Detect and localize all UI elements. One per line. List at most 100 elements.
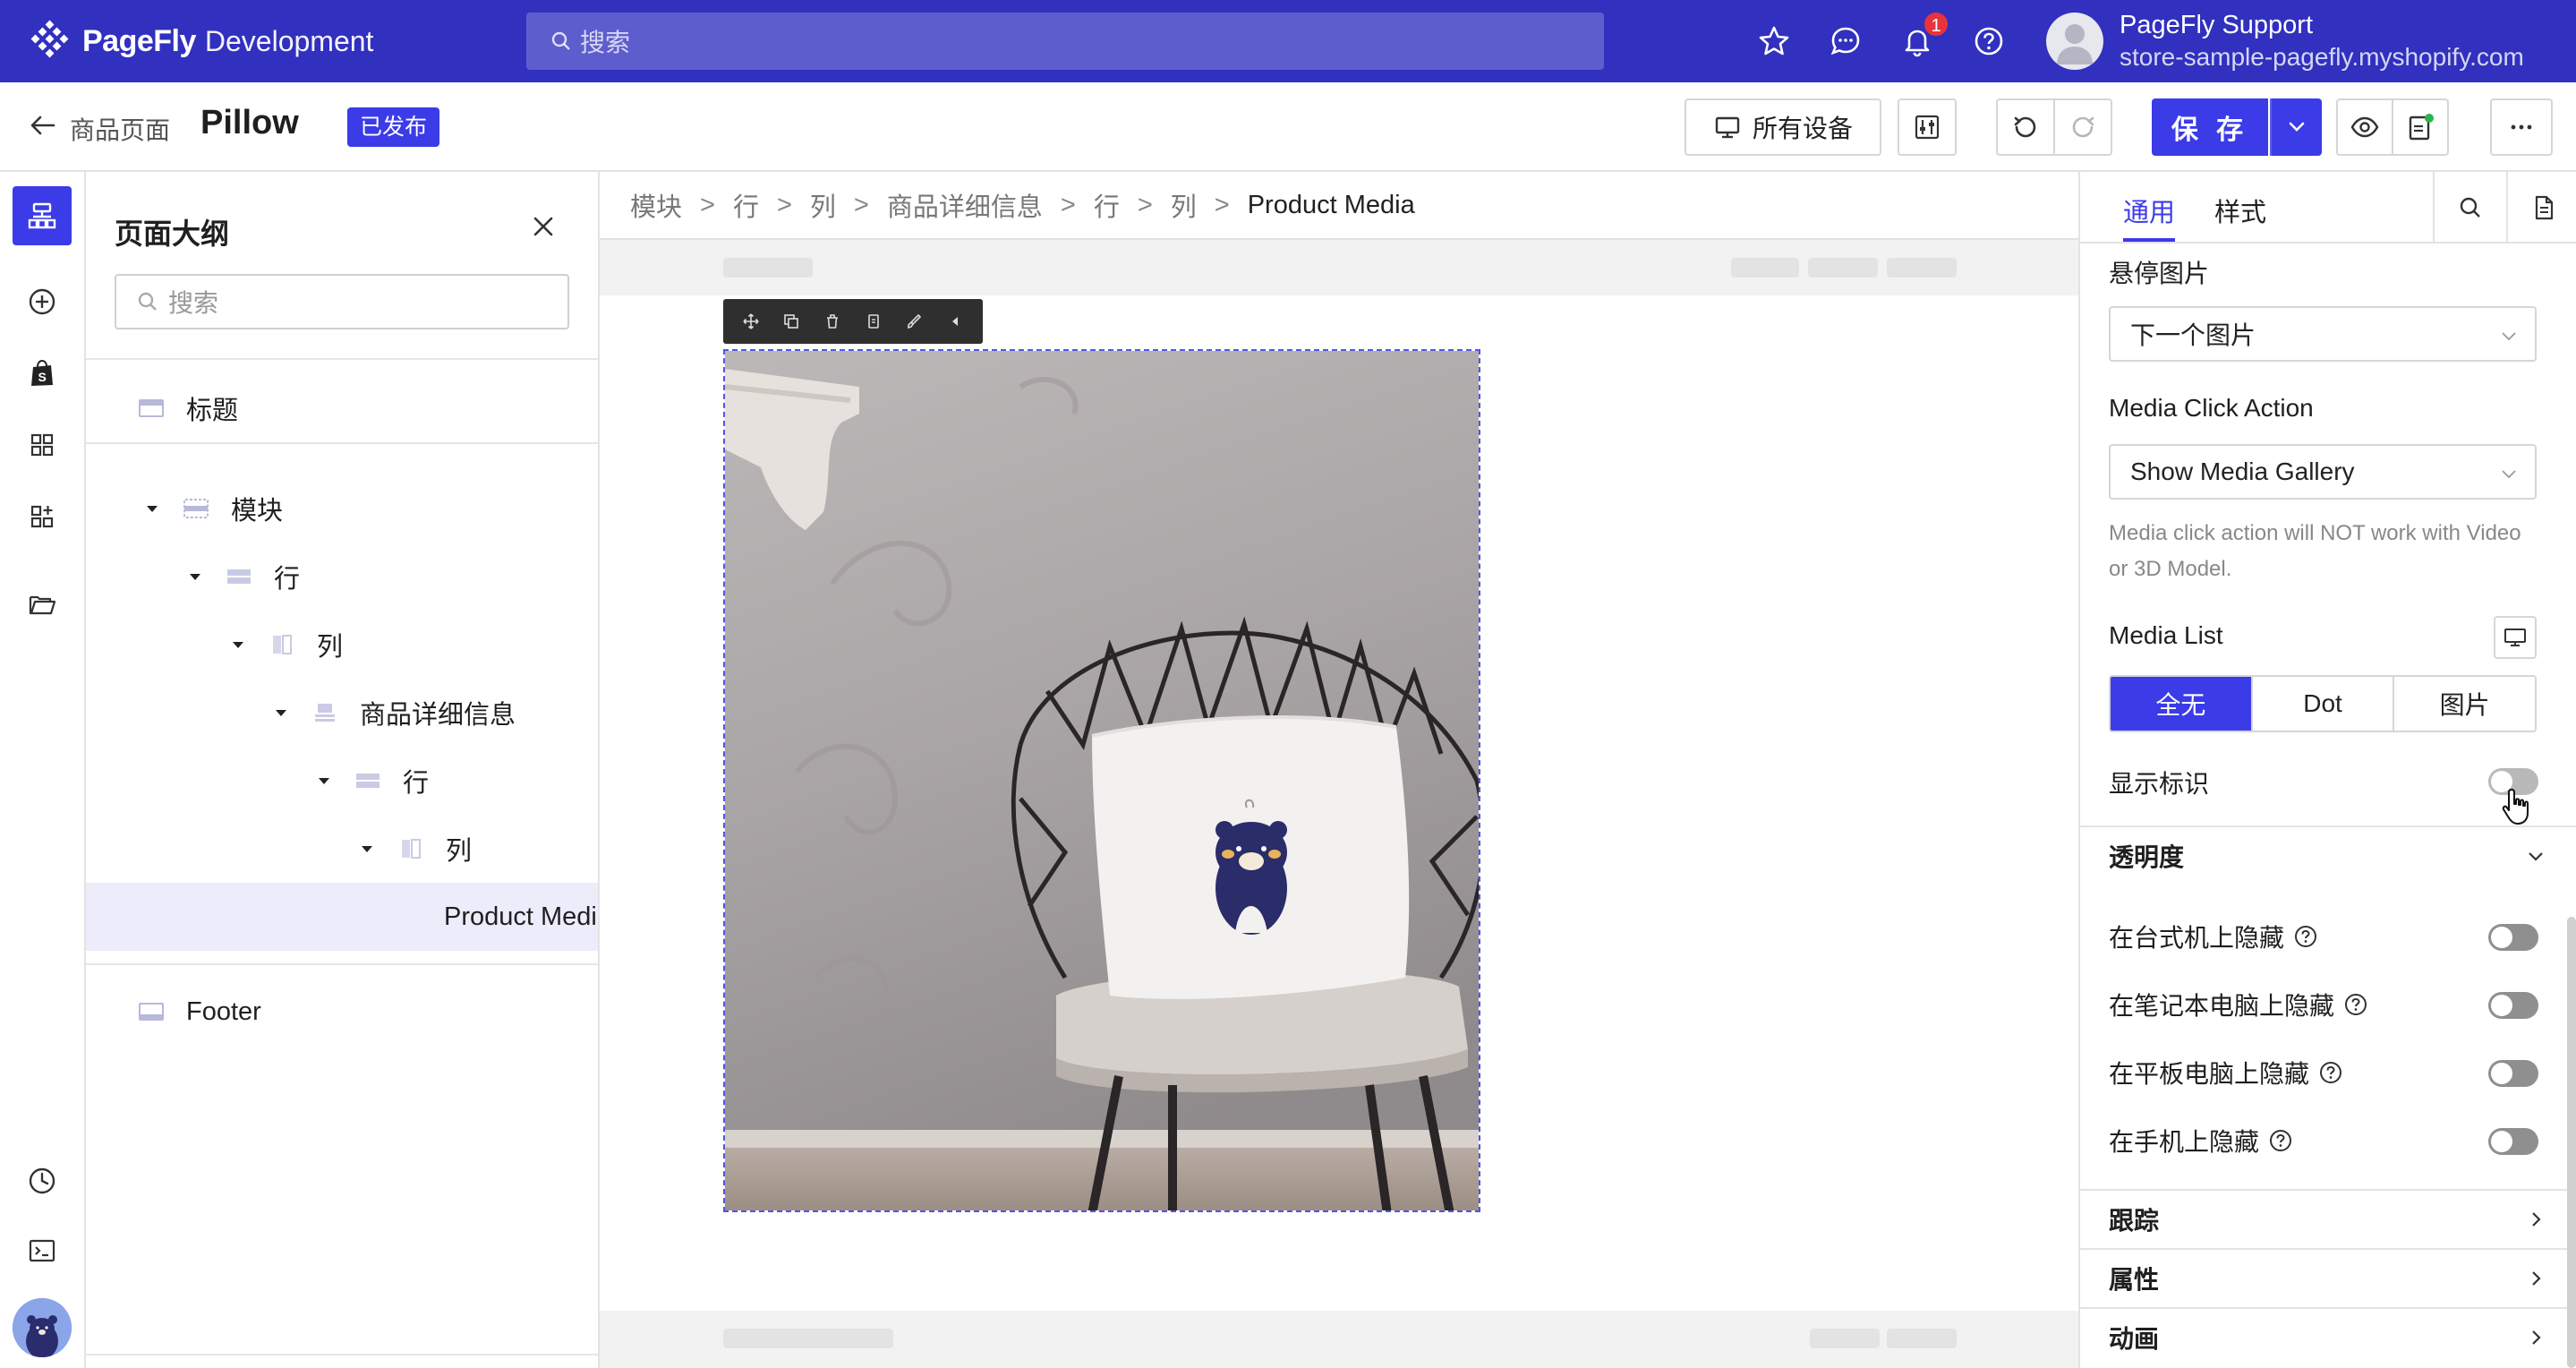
hide-laptop-label: 在笔记本电脑上隐藏 (2109, 992, 2335, 1020)
media-list-option-none[interactable]: 全无 (2111, 677, 2253, 731)
tab-general[interactable]: 通用 (2123, 192, 2175, 229)
bear-avatar[interactable] (13, 1298, 72, 1357)
responsive-device-button[interactable] (2494, 616, 2537, 659)
breadcrumb-item[interactable]: 列 (810, 186, 836, 224)
click-action-select[interactable]: Show Media Gallery (2109, 444, 2537, 500)
user-avatar[interactable] (2046, 13, 2103, 70)
tree-item-column[interactable]: 列 (86, 611, 598, 679)
redo-button[interactable] (2053, 98, 2112, 156)
rail-add-element-button[interactable] (13, 272, 72, 331)
settings-sliders-button[interactable] (1898, 98, 1957, 156)
rail-shopify-button[interactable]: S (13, 344, 72, 403)
publish-page-button[interactable] (2392, 98, 2449, 156)
breadcrumb-item[interactable]: 行 (733, 186, 759, 224)
tree-item-header[interactable]: 标题 (86, 374, 598, 442)
tracking-section-header[interactable]: 跟踪 (2080, 1189, 2576, 1248)
back-arrow-icon[interactable] (29, 111, 57, 140)
tree-item-product-details[interactable]: 商品详细信息 (86, 679, 598, 747)
tree-item-footer[interactable]: Footer (86, 978, 598, 1046)
caret-down-icon[interactable] (229, 636, 247, 654)
media-list-option-image[interactable]: 图片 (2394, 677, 2535, 731)
rail-files-button[interactable] (13, 575, 72, 634)
media-list-option-dot[interactable]: Dot (2253, 677, 2395, 731)
breadcrumb-separator: > (776, 190, 792, 219)
inspector-doc-button[interactable] (2506, 172, 2576, 244)
rail-apps-button[interactable] (13, 487, 72, 546)
back-link[interactable]: 商品页面 (70, 111, 170, 147)
hide-desktop-toggle[interactable] (2488, 924, 2538, 951)
devices-button[interactable]: 所有设备 (1685, 98, 1881, 156)
caret-down-icon[interactable] (143, 500, 161, 517)
breadcrumb-item[interactable]: 商品详细信息 (887, 186, 1043, 224)
editor-canvas[interactable]: 模块 > 行 > 列 > 商品详细信息 > 行 > 列 > Product Media (600, 172, 2078, 1368)
question-circle-icon[interactable] (2268, 1128, 2293, 1153)
caret-down-icon[interactable] (358, 840, 376, 858)
brand-name: PageFly (82, 23, 196, 58)
duplicate-icon[interactable] (782, 312, 800, 330)
hide-tablet-toggle[interactable] (2488, 1060, 2538, 1087)
search-icon (138, 292, 157, 311)
tree-item-row[interactable]: 行 (86, 747, 598, 815)
rail-templates-button[interactable] (13, 415, 72, 475)
breadcrumb-item[interactable]: 行 (1094, 186, 1120, 224)
copy-icon[interactable] (865, 312, 883, 330)
caret-down-icon[interactable] (272, 704, 290, 722)
page-title: Pillow (200, 104, 299, 141)
global-search-input[interactable]: 搜索 (526, 13, 1604, 70)
breadcrumb: 模块 > 行 > 列 > 商品详细信息 > 行 > 列 > Product Media (600, 172, 2078, 240)
footer-section-icon (139, 1003, 164, 1021)
rail-code-button[interactable] (13, 1221, 72, 1280)
skeleton-bar (723, 258, 813, 278)
hide-desktop-row: 在台式机上隐藏 (2109, 919, 2318, 954)
column-icon (273, 635, 292, 654)
brand[interactable]: PageFly Development (27, 18, 373, 64)
eye-icon (2350, 116, 2379, 138)
hover-image-label: 悬停图片 (2109, 260, 2210, 287)
shopify-bag-icon: S (31, 359, 53, 386)
save-button[interactable]: 保 存 (2152, 98, 2268, 156)
apps-add-icon (30, 505, 54, 528)
pillow-on-chair-photo (725, 351, 1479, 1210)
style-brush-icon[interactable] (905, 312, 923, 330)
hide-mobile-toggle[interactable] (2488, 1128, 2538, 1155)
help-icon[interactable] (1971, 23, 2007, 59)
inspector-search-button[interactable] (2433, 172, 2506, 244)
page-published-icon (2409, 114, 2434, 141)
question-circle-icon[interactable] (2318, 1060, 2343, 1085)
breadcrumb-item[interactable]: 列 (1171, 186, 1197, 224)
rail-history-button[interactable] (13, 1151, 72, 1210)
chat-icon[interactable] (1828, 23, 1864, 59)
chevron-right-icon (2532, 1330, 2541, 1345)
more-options-button[interactable] (2490, 98, 2553, 156)
tree-item-row[interactable]: 行 (86, 543, 598, 611)
question-circle-icon[interactable] (2293, 924, 2318, 949)
close-icon[interactable] (528, 211, 559, 242)
attributes-section-header[interactable]: 属性 (2080, 1248, 2576, 1307)
tab-style[interactable]: 样式 (2214, 192, 2266, 229)
undo-button[interactable] (1996, 98, 2055, 156)
chevron-down-icon (2502, 470, 2516, 479)
outline-divider (86, 442, 598, 444)
save-dropdown-button[interactable] (2270, 98, 2322, 156)
collapse-left-icon[interactable] (946, 312, 964, 330)
animation-section-header[interactable]: 动画 (2080, 1307, 2576, 1366)
svg-text:S: S (38, 370, 47, 384)
tree-item-product-media[interactable]: Product Media (86, 883, 598, 951)
star-icon[interactable] (1756, 23, 1792, 59)
caret-down-icon[interactable] (186, 568, 204, 586)
hover-image-select[interactable]: 下一个图片 (2109, 306, 2537, 362)
hide-laptop-toggle[interactable] (2488, 992, 2538, 1019)
outline-search-input[interactable]: 搜索 (115, 274, 569, 329)
tree-item-column[interactable]: 列 (86, 815, 598, 883)
inspector-scrollbar[interactable] (2567, 917, 2576, 1368)
move-icon[interactable] (742, 312, 760, 330)
breadcrumb-item[interactable]: 模块 (630, 186, 682, 224)
delete-icon[interactable] (823, 312, 841, 330)
product-media-image[interactable] (723, 349, 1480, 1212)
tree-item-section[interactable]: 模块 (86, 475, 598, 543)
caret-down-icon[interactable] (315, 772, 333, 790)
question-circle-icon[interactable] (2343, 992, 2368, 1017)
opacity-section-header[interactable]: 透明度 (2080, 825, 2576, 885)
preview-button[interactable] (2336, 98, 2393, 156)
rail-outline-button[interactable] (13, 186, 72, 245)
